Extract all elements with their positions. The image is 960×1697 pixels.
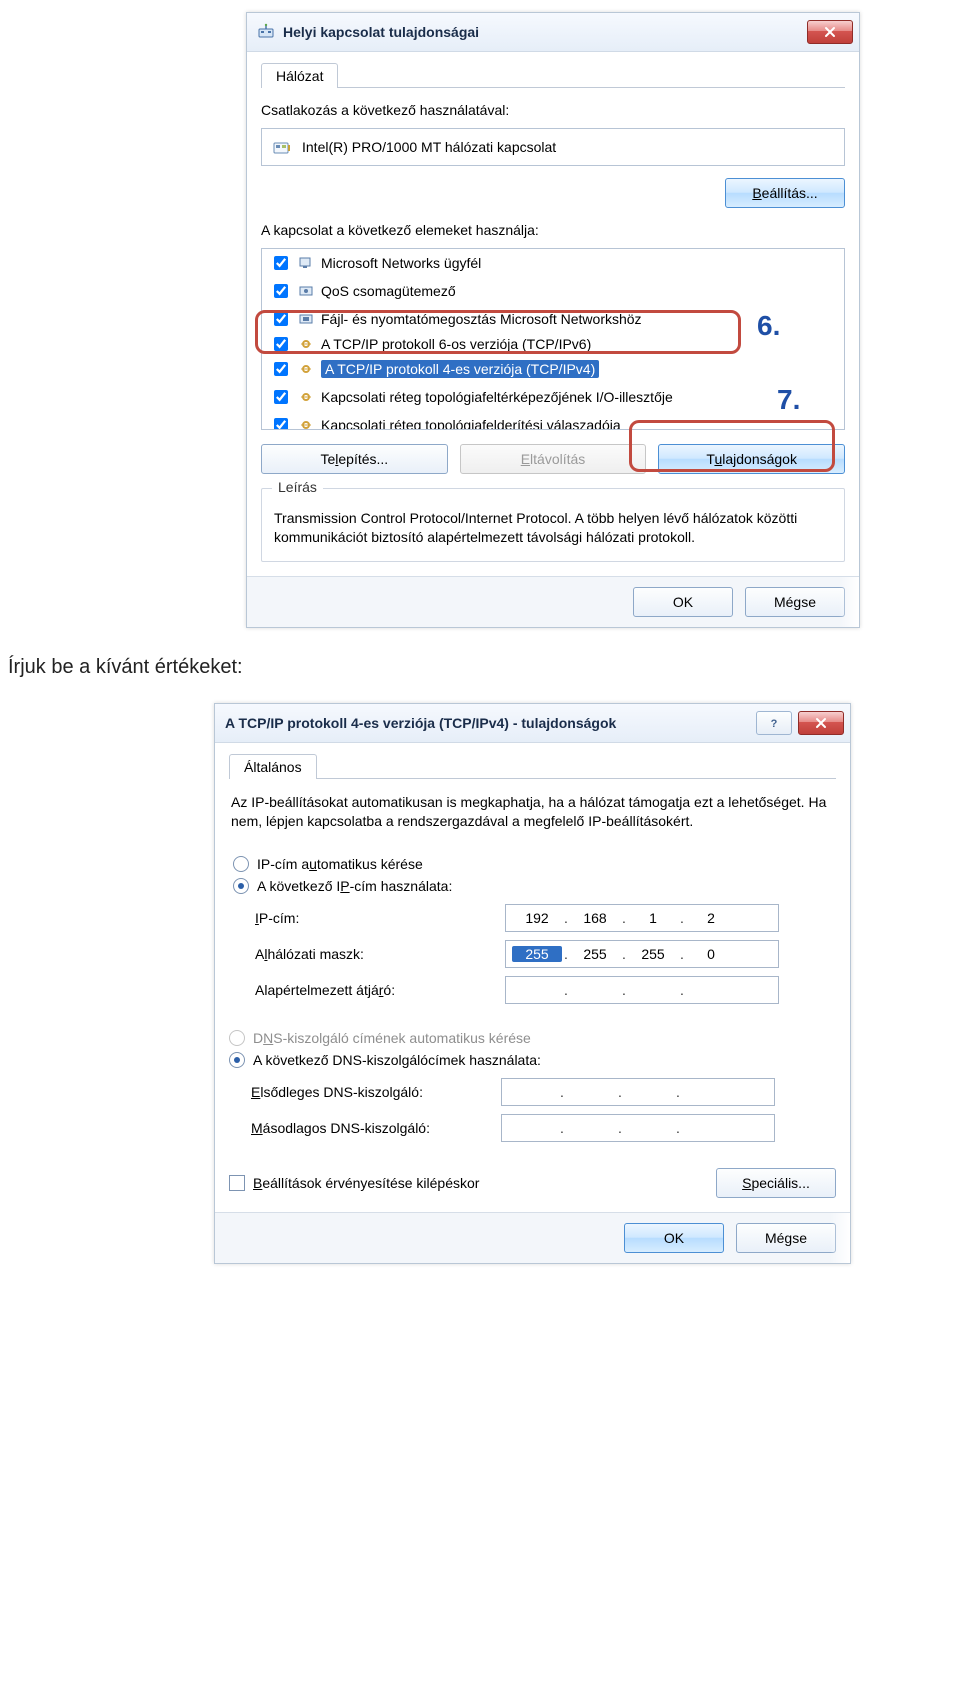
radio-auto-dns: DNS-kiszolgáló címének automatikus kérés…	[229, 1030, 836, 1046]
adapter-name: Intel(R) PRO/1000 MT hálózati kapcsolat	[302, 139, 556, 155]
ipv4-properties-dialog: A TCP/IP protokoll 4-es verziója (TCP/IP…	[214, 703, 851, 1264]
connect-using-label: Csatlakozás a következő használatával:	[261, 102, 845, 118]
primary-dns-input[interactable]: . . .	[501, 1078, 775, 1106]
tabs: Általános	[229, 753, 836, 779]
tabs: Hálózat	[261, 62, 845, 88]
help-button[interactable]: ?	[756, 711, 792, 735]
callout-number-7: 7.	[777, 384, 800, 416]
titlebar[interactable]: A TCP/IP protokoll 4-es verziója (TCP/IP…	[215, 704, 850, 743]
svg-text:?: ?	[771, 718, 778, 729]
gateway-input[interactable]: . . .	[505, 976, 779, 1004]
gateway-label: Alapértelmezett átjáró:	[255, 982, 505, 998]
client-icon	[297, 254, 315, 272]
titlebar[interactable]: Helyi kapcsolat tulajdonságai	[247, 13, 859, 52]
advanced-button[interactable]: Speciális...	[716, 1168, 836, 1198]
validate-on-exit-checkbox[interactable]: Beállítások érvényesítése kilépéskor	[229, 1175, 479, 1191]
ok-button[interactable]: OK	[624, 1223, 724, 1253]
subnet-mask-label: Alhálózati maszk:	[255, 946, 505, 962]
qos-icon	[297, 282, 315, 300]
configure-button[interactable]: Beállítás...	[725, 178, 845, 208]
radio-manual-dns[interactable]: A következő DNS-kiszolgálócímek használa…	[229, 1052, 836, 1068]
uninstall-button: Eltávolítás	[460, 444, 647, 474]
radio-icon[interactable]	[233, 856, 249, 872]
uses-items-label: A kapcsolat a következő elemeket használ…	[261, 222, 845, 238]
protocol-icon	[297, 335, 315, 353]
checkbox[interactable]	[274, 256, 288, 270]
description-group: Leírás Transmission Control Protocol/Int…	[261, 488, 845, 562]
cancel-button[interactable]: Mégse	[745, 587, 845, 617]
list-item-label: Kapcsolati réteg topológiafelderítési vá…	[321, 417, 621, 430]
secondary-dns-label: Másodlagos DNS-kiszolgáló:	[251, 1120, 501, 1136]
list-item-label: A TCP/IP protokoll 6-os verziója (TCP/IP…	[321, 336, 591, 352]
protocol-icon	[297, 416, 315, 430]
radio-manual-ip[interactable]: A következő IP-cím használata:	[233, 878, 832, 894]
checkbox[interactable]	[274, 284, 288, 298]
checkbox-icon[interactable]	[229, 1175, 245, 1191]
list-item-label: Microsoft Networks ügyfél	[321, 255, 481, 271]
radio-icon[interactable]	[233, 878, 249, 894]
description-legend: Leírás	[272, 479, 323, 495]
radio-auto-ip[interactable]: IP-cím automatikus kérése	[233, 856, 832, 872]
dialog-title: A TCP/IP protokoll 4-es verziója (TCP/IP…	[225, 715, 616, 731]
subnet-mask-input[interactable]: 255. 255. 255. 0	[505, 940, 779, 968]
list-item-tcpipv4[interactable]: A TCP/IP protokoll 4-es verziója (TCP/IP…	[262, 355, 844, 383]
list-item-label: Kapcsolati réteg topológiafeltérképezőjé…	[321, 389, 673, 405]
adapter-card-icon	[272, 137, 292, 157]
radio-manual-dns-label: A következő DNS-kiszolgálócímek használa…	[253, 1052, 541, 1068]
radio-icon	[229, 1030, 245, 1046]
list-item[interactable]: QoS csomagütemező	[262, 277, 844, 305]
dialog-title: Helyi kapcsolat tulajdonságai	[283, 24, 479, 40]
list-item-label: Fájl- és nyomtatómegosztás Microsoft Net…	[321, 311, 642, 327]
description-text: Transmission Control Protocol/Internet P…	[274, 509, 832, 547]
secondary-dns-input[interactable]: . . .	[501, 1114, 775, 1142]
protocol-icon	[297, 360, 315, 378]
list-item-label: A TCP/IP protokoll 4-es verziója (TCP/IP…	[321, 360, 599, 378]
ip-address-input[interactable]: 192. 168. 1. 2	[505, 904, 779, 932]
ip-group: IP-cím automatikus kérése A következő IP…	[229, 842, 836, 1012]
list-item[interactable]: Kapcsolati réteg topológiafelderítési vá…	[262, 411, 844, 430]
checkbox[interactable]	[274, 362, 288, 376]
close-button[interactable]	[798, 711, 844, 735]
list-item[interactable]: Microsoft Networks ügyfél	[262, 249, 844, 277]
dialog-button-bar: OK Mégse	[215, 1212, 850, 1263]
dns-group: DNS-kiszolgáló címének automatikus kérés…	[229, 1030, 836, 1146]
cancel-button[interactable]: Mégse	[736, 1223, 836, 1253]
protocol-icon	[297, 388, 315, 406]
connection-properties-dialog: Helyi kapcsolat tulajdonságai Hálózat Cs…	[246, 12, 860, 628]
properties-button[interactable]: Tulajdonságok	[658, 444, 845, 474]
tab-general[interactable]: Általános	[229, 754, 317, 779]
network-adapter-icon	[257, 23, 275, 41]
checkbox[interactable]	[274, 337, 288, 351]
radio-icon[interactable]	[229, 1052, 245, 1068]
checkbox[interactable]	[274, 390, 288, 404]
list-item[interactable]: Kapcsolati réteg topológiafeltérképezőjé…	[262, 383, 844, 411]
close-button[interactable]	[807, 20, 853, 44]
adapter-display: Intel(R) PRO/1000 MT hálózati kapcsolat	[261, 128, 845, 166]
checkbox[interactable]	[274, 418, 288, 430]
ok-button[interactable]: OK	[633, 587, 733, 617]
callout-number-6: 6.	[757, 310, 780, 342]
primary-dns-label: Elsődleges DNS-kiszolgáló:	[251, 1084, 501, 1100]
intro-text: Az IP-beállításokat automatikusan is meg…	[231, 793, 834, 832]
checkbox[interactable]	[274, 312, 288, 326]
dialog-button-bar: OK Mégse	[247, 576, 859, 627]
fileprint-icon	[297, 310, 315, 328]
list-item-label: QoS csomagütemező	[321, 283, 456, 299]
ip-address-label: IP-cím:	[255, 910, 505, 926]
tab-network[interactable]: Hálózat	[261, 63, 338, 88]
instruction-text: Írjuk be a kívánt értékeket:	[8, 656, 960, 679]
install-button[interactable]: Telepítés...	[261, 444, 448, 474]
